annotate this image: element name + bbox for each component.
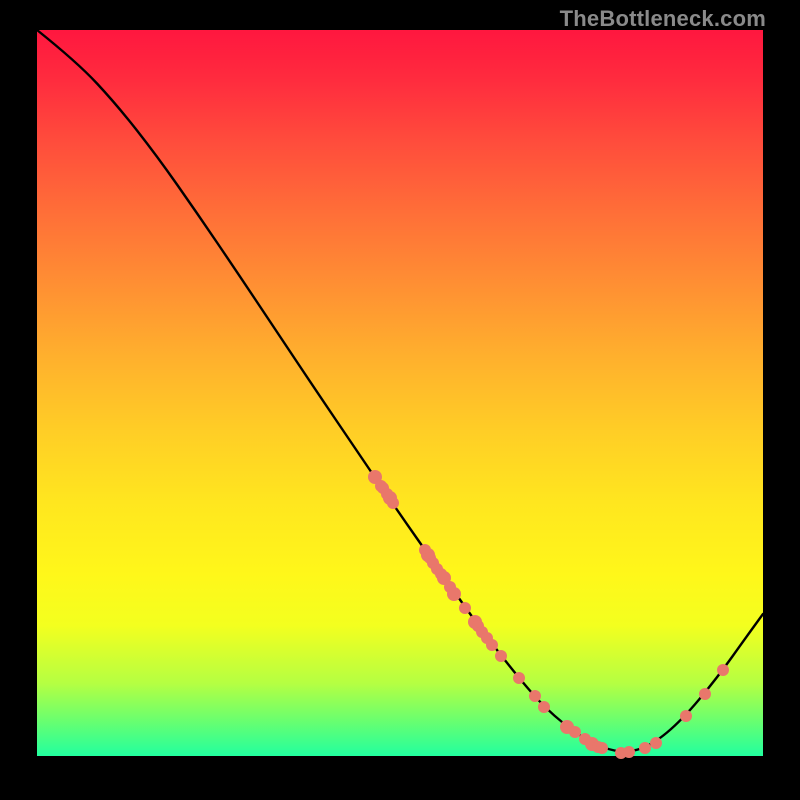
scatter-point [650,737,662,749]
scatter-point [387,497,399,509]
scatter-point [699,688,711,700]
scatter-point [680,710,692,722]
scatter-point [623,746,635,758]
scatter-point [596,742,608,754]
scatter-point [538,701,550,713]
bottleneck-curve [37,30,763,751]
bottleneck-chart [0,0,800,800]
scatter-point [639,742,651,754]
watermark-text: TheBottleneck.com [560,6,766,32]
scatter-point [447,587,461,601]
scatter-point [569,726,581,738]
scatter-markers [368,470,729,759]
scatter-point [717,664,729,676]
scatter-point [529,690,541,702]
scatter-point [459,602,471,614]
scatter-point [513,672,525,684]
scatter-point [495,650,507,662]
scatter-point [486,639,498,651]
